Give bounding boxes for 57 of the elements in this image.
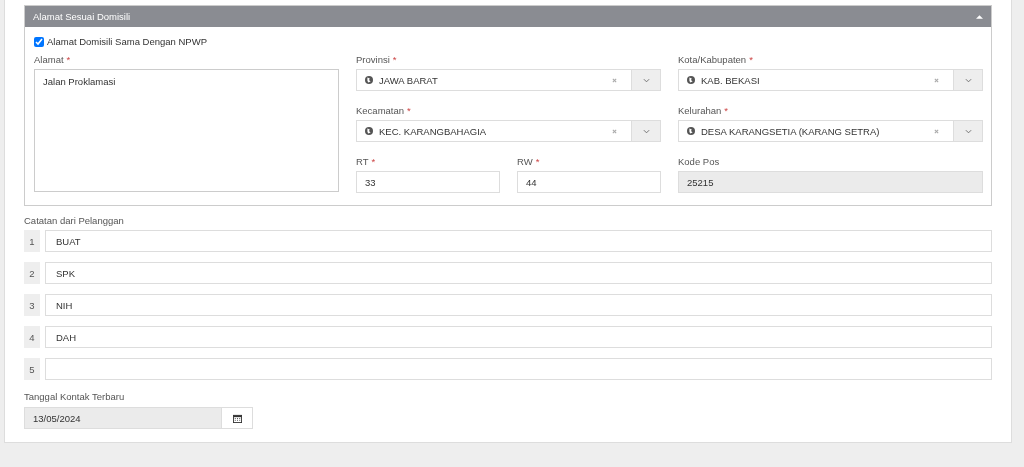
required-mark: * (749, 54, 753, 65)
required-mark: * (407, 105, 411, 116)
field-label: RW (517, 156, 533, 167)
clear-icon[interactable] (934, 128, 939, 134)
field-label: Kode Pos (678, 156, 720, 167)
note-field[interactable]: DAH (45, 326, 992, 348)
select-field[interactable]: KEC. KARANGBAHAGIA (356, 120, 661, 142)
row-number: 2 (24, 262, 40, 284)
note-field[interactable]: NIH (45, 294, 992, 316)
checkbox[interactable] (34, 36, 44, 47)
field-label: Alamat (34, 54, 64, 65)
field-label: Catatan dari Pelanggan (24, 215, 125, 226)
clear-icon[interactable] (612, 77, 617, 83)
caret-icon (642, 77, 650, 83)
caret-icon (964, 128, 972, 134)
globe-icon (687, 76, 695, 84)
field-label: Provinsi (356, 54, 390, 65)
globe-icon (687, 127, 695, 135)
rw-field[interactable]: 44 (517, 171, 661, 193)
clear-icon[interactable] (934, 77, 939, 83)
required-mark: * (724, 105, 728, 116)
row-number: 4 (24, 326, 40, 348)
select-field[interactable]: DESA KARANGSETIA (KARANG SETRA) (678, 120, 983, 142)
calendar-button[interactable] (222, 407, 253, 429)
checkbox-label: Alamat Domisili Sama Dengan NPWP (47, 36, 207, 47)
dropdown-button[interactable] (953, 121, 982, 141)
field-label: Kota/Kabupaten (678, 54, 747, 65)
collapse-icon[interactable] (976, 14, 983, 19)
field-label: Tanggal Kontak Terbaru (24, 391, 126, 402)
field-label: Kecamatan (356, 105, 405, 116)
rt-field[interactable]: 33 (356, 171, 500, 193)
field-value: Jalan Proklamasi (43, 76, 116, 87)
caret-icon (642, 128, 650, 134)
row-number: 3 (24, 294, 40, 316)
field-label: Kelurahan (678, 105, 722, 116)
address-field[interactable]: Jalan Proklamasi (34, 69, 339, 192)
panel-title: Alamat Sesuai Domisili (33, 11, 131, 22)
required-mark: * (535, 156, 540, 167)
required-mark: * (66, 54, 71, 65)
clear-icon[interactable] (612, 128, 617, 134)
field-label: RT (356, 156, 369, 167)
required-mark: * (371, 156, 376, 167)
note-field[interactable]: BUAT (45, 230, 992, 252)
note-field[interactable] (45, 358, 992, 380)
select-field[interactable]: JAWA BARAT (356, 69, 661, 91)
required-mark: * (392, 54, 397, 65)
globe-icon (365, 127, 373, 135)
row-number: 1 (24, 230, 40, 252)
dropdown-button[interactable] (631, 121, 660, 141)
globe-icon (365, 76, 373, 84)
caret-icon (964, 77, 972, 83)
row-number: 5 (24, 358, 40, 380)
dropdown-button[interactable] (631, 70, 660, 90)
calendar-icon (232, 413, 242, 423)
note-field[interactable]: SPK (45, 262, 992, 284)
select-field[interactable]: KAB. BEKASI (678, 69, 983, 91)
dropdown-button[interactable] (953, 70, 982, 90)
